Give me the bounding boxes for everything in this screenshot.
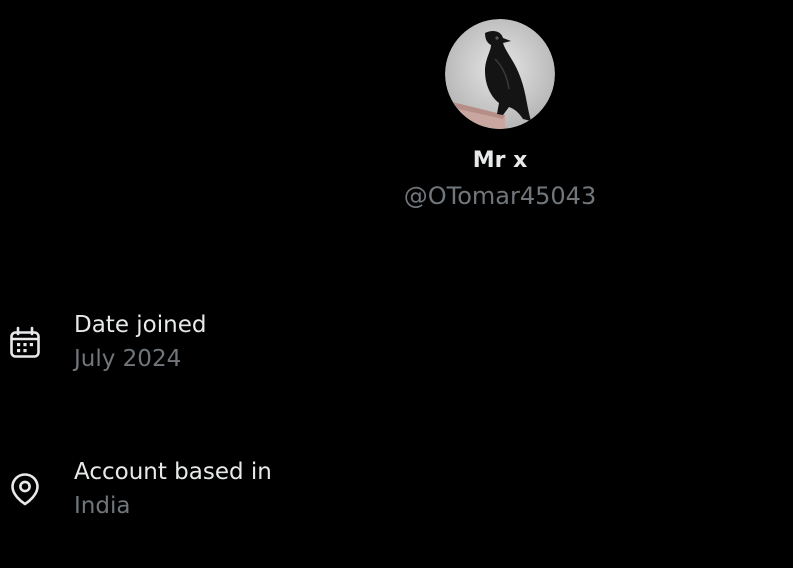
display-name: Mr x <box>472 148 528 173</box>
date-joined-text: Date joined July 2024 <box>74 310 206 374</box>
avatar[interactable] <box>445 19 555 129</box>
profile-header: Mr x @OTomar45043 <box>400 19 600 211</box>
date-joined-label: Date joined <box>74 312 207 338</box>
account-based-in-label: Account based in <box>74 459 272 485</box>
username-handle: @OTomar45043 <box>403 182 597 210</box>
date-joined-value: July 2024 <box>74 346 182 372</box>
location-pin-icon <box>11 473 39 506</box>
calendar-icon <box>10 326 40 358</box>
account-based-in-text: Account based in India <box>74 457 272 521</box>
account-based-in-value: India <box>74 493 131 519</box>
